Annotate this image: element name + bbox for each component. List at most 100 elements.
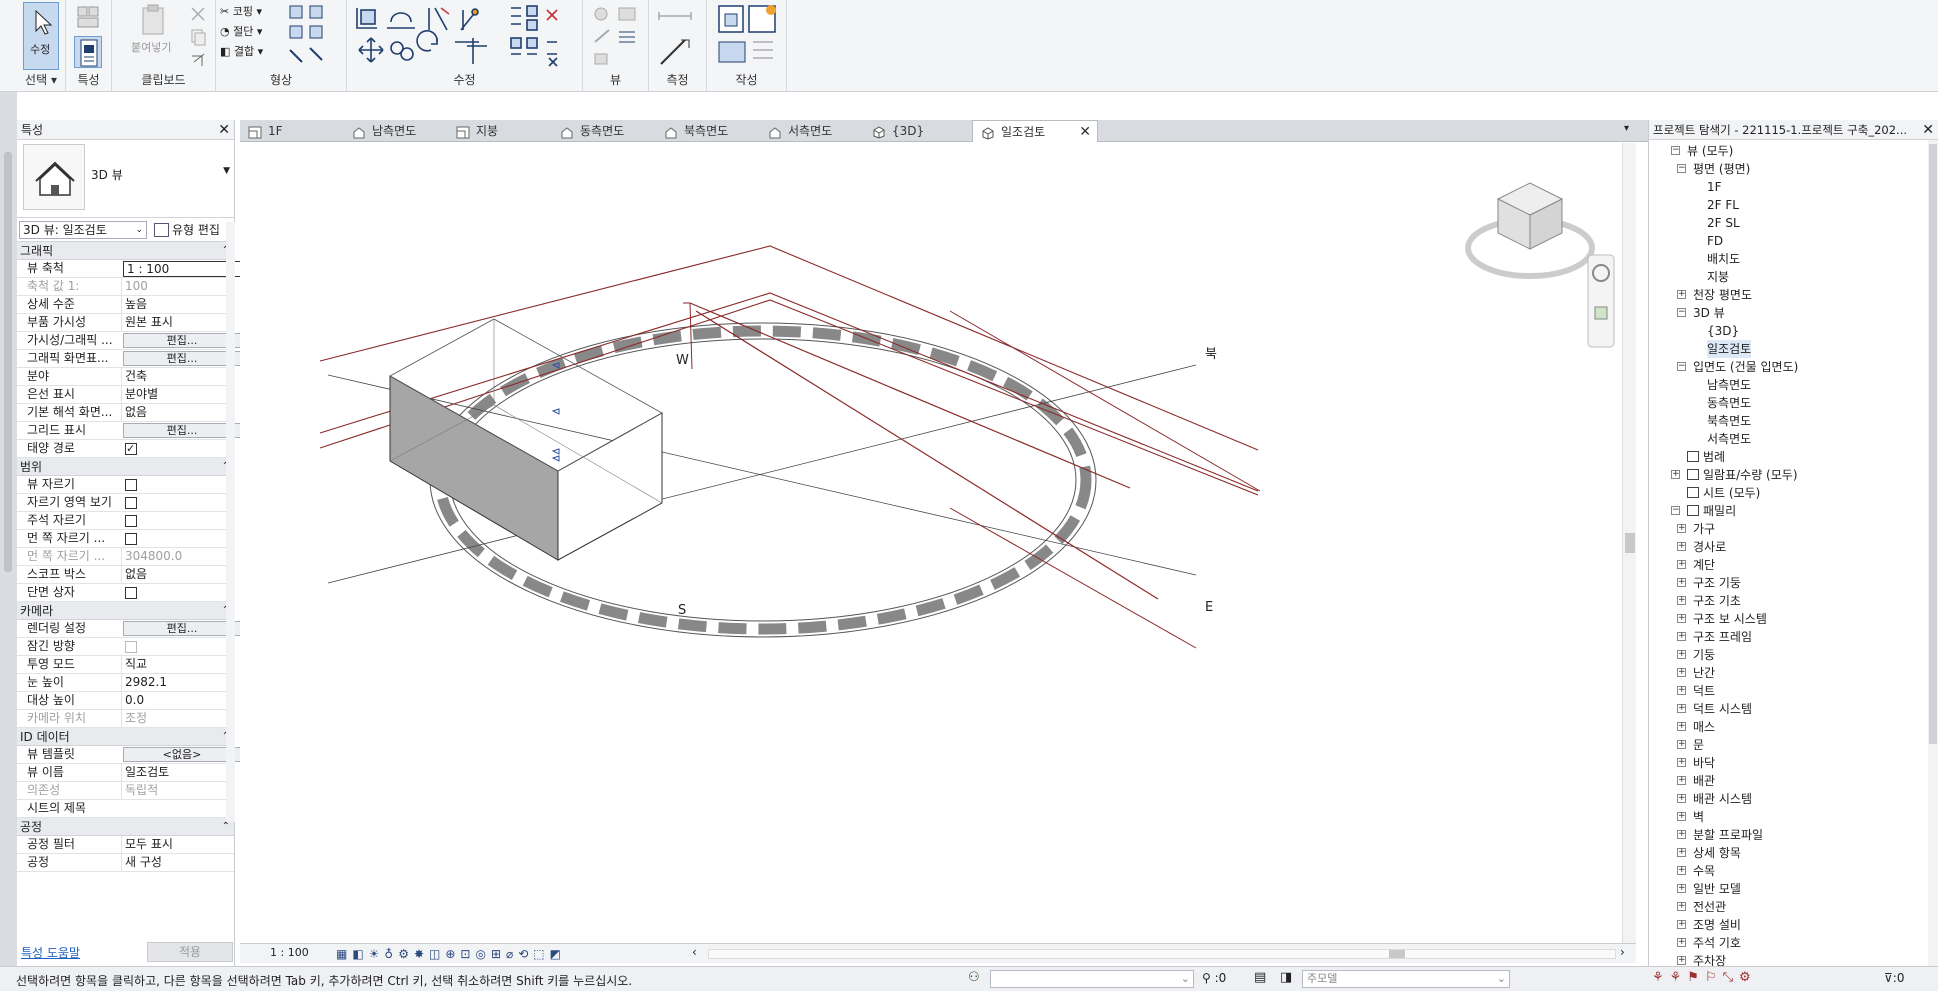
- browser-tree-item[interactable]: + 구조 프레임: [1677, 628, 1752, 646]
- properties-section-header[interactable]: 그래픽⌃: [17, 242, 234, 260]
- browser-tree-item[interactable]: + 천장 평면도: [1677, 286, 1752, 304]
- browser-tree-item[interactable]: 지붕: [1707, 268, 1729, 286]
- expand-icon[interactable]: +: [1677, 920, 1686, 929]
- properties-scrollbar[interactable]: [226, 222, 235, 822]
- cut-copy-icons[interactable]: [188, 4, 208, 74]
- browser-tree-item[interactable]: 북측면도: [1707, 412, 1751, 430]
- close-icon[interactable]: ✕: [218, 120, 230, 140]
- tab-menu-icon[interactable]: ▾: [1624, 123, 1629, 134]
- expand-icon[interactable]: +: [1677, 884, 1686, 893]
- close-icon[interactable]: ✕: [1922, 120, 1934, 139]
- expand-icon[interactable]: +: [1671, 470, 1680, 479]
- measure-icons[interactable]: [655, 2, 701, 68]
- expand-icon[interactable]: +: [1677, 722, 1686, 731]
- filter-count[interactable]: ⊽:0: [1884, 971, 1904, 985]
- browser-tree-item[interactable]: 2F SL: [1707, 214, 1740, 232]
- browser-tree-item[interactable]: + 벽: [1677, 808, 1704, 826]
- property-value[interactable]: 없음: [121, 566, 222, 583]
- expand-icon[interactable]: +: [1677, 686, 1686, 695]
- browser-tree-item[interactable]: + 수목: [1677, 862, 1715, 880]
- property-edit-button[interactable]: 편집...: [123, 423, 241, 438]
- browser-tree-item[interactable]: −3D 뷰: [1677, 304, 1725, 322]
- view-scale-button[interactable]: 1 : 100: [270, 946, 309, 959]
- property-checkbox[interactable]: [125, 497, 137, 509]
- view-cube[interactable]: [1465, 182, 1595, 279]
- browser-tree-item[interactable]: + 매스: [1677, 718, 1715, 736]
- properties-button[interactable]: [74, 36, 102, 68]
- join-button[interactable]: ◧ 결합 ▾: [220, 42, 263, 62]
- property-value[interactable]: 새 구성: [121, 854, 222, 871]
- collapse-icon[interactable]: −: [1677, 308, 1686, 317]
- expand-icon[interactable]: +: [1677, 560, 1686, 569]
- expand-icon[interactable]: +: [1677, 794, 1686, 803]
- property-edit-button[interactable]: 편집...: [123, 621, 241, 636]
- type-selector[interactable]: 3D 뷰 ▼: [17, 140, 234, 218]
- browser-tree-item[interactable]: − 평면 (평면): [1677, 160, 1750, 178]
- scroll-left-icon[interactable]: ‹: [692, 945, 697, 959]
- browser-tree-item[interactable]: − 패밀리: [1671, 502, 1736, 520]
- expand-icon[interactable]: +: [1677, 956, 1686, 965]
- properties-section-header[interactable]: 범위⌃: [17, 458, 234, 476]
- browser-tree-item[interactable]: + 가구: [1677, 520, 1715, 538]
- browser-tree-item[interactable]: + 기둥: [1677, 646, 1715, 664]
- close-icon[interactable]: ✕: [1079, 121, 1091, 143]
- expand-icon[interactable]: +: [1677, 290, 1686, 299]
- browser-tree-item[interactable]: + 문: [1677, 736, 1704, 754]
- browser-tree-item[interactable]: 배치도: [1707, 250, 1740, 268]
- expand-icon[interactable]: +: [1677, 596, 1686, 605]
- expand-icon[interactable]: +: [1677, 542, 1686, 551]
- chevron-down-icon[interactable]: ▼: [223, 166, 230, 176]
- type-properties-button[interactable]: [74, 3, 100, 29]
- browser-tree-item[interactable]: + 상세 항목: [1677, 844, 1741, 862]
- expand-icon[interactable]: +: [1677, 704, 1686, 713]
- cut-button[interactable]: ◔ 절단 ▾: [220, 22, 263, 42]
- property-value[interactable]: 일조검토: [121, 764, 222, 781]
- browser-tree-item[interactable]: 시트 (모두): [1687, 484, 1760, 502]
- property-value[interactable]: 건축: [121, 368, 222, 385]
- modify-button[interactable]: 수정: [23, 2, 59, 70]
- browser-tree-item[interactable]: + 바닥: [1677, 754, 1715, 772]
- view-tab[interactable]: 남측면도: [344, 120, 444, 142]
- browser-tree-item[interactable]: + 배관 시스템: [1677, 790, 1752, 808]
- browser-tree-item[interactable]: FD: [1707, 232, 1723, 250]
- property-checkbox[interactable]: [125, 533, 137, 545]
- apply-button[interactable]: 적용: [147, 942, 233, 962]
- expand-icon[interactable]: +: [1677, 866, 1686, 875]
- property-value[interactable]: 분야별: [121, 386, 222, 403]
- left-dock-scrollbar[interactable]: [4, 152, 12, 572]
- expand-icon[interactable]: +: [1677, 614, 1686, 623]
- edit-type-button[interactable]: 유형 편집: [152, 221, 220, 239]
- browser-tree-item[interactable]: + 일반 모델: [1677, 880, 1741, 898]
- property-value[interactable]: 원본 표시: [121, 314, 222, 331]
- view-tool-icons[interactable]: [589, 2, 645, 68]
- properties-help-link[interactable]: 특성 도움말: [21, 944, 80, 961]
- expand-icon[interactable]: +: [1677, 740, 1686, 749]
- browser-tree-item[interactable]: + 구조 기초: [1677, 592, 1741, 610]
- browser-tree-item[interactable]: + 덕트 시스템: [1677, 700, 1752, 718]
- geometry-icons[interactable]: [286, 2, 342, 64]
- property-value[interactable]: 높음: [121, 296, 222, 313]
- workset-icon[interactable]: ⚇: [968, 970, 980, 985]
- design-option-selector[interactable]: 주모델 ⌄: [1302, 970, 1510, 988]
- browser-tree-item[interactable]: 동측면도: [1707, 394, 1751, 412]
- browser-tree-item[interactable]: + 경사로: [1677, 538, 1726, 556]
- expand-icon[interactable]: +: [1677, 848, 1686, 857]
- workset-selector[interactable]: ⌄: [990, 970, 1194, 988]
- view-tab[interactable]: 지붕: [448, 120, 548, 142]
- browser-tree-item[interactable]: + 일람표/수량 (모두): [1671, 466, 1798, 484]
- expand-icon[interactable]: +: [1677, 902, 1686, 911]
- expand-icon[interactable]: +: [1677, 938, 1686, 947]
- property-value[interactable]: 0.0: [121, 692, 222, 709]
- browser-tree-item[interactable]: + 주석 기호: [1677, 934, 1741, 952]
- paste-button[interactable]: 붙여넣기: [131, 2, 172, 64]
- browser-tree-item[interactable]: + 구조 기둥: [1677, 574, 1741, 592]
- collapse-icon[interactable]: −: [1671, 506, 1680, 515]
- expand-icon[interactable]: +: [1677, 632, 1686, 641]
- navigation-bar[interactable]: [1587, 254, 1615, 348]
- ribbon-group-label-select[interactable]: 선택 ▾: [17, 71, 65, 88]
- property-edit-button[interactable]: 편집...: [123, 333, 241, 348]
- browser-tree-item[interactable]: − 뷰 (모두): [1671, 142, 1733, 160]
- expand-icon[interactable]: +: [1677, 668, 1686, 677]
- property-value-input[interactable]: 1 : 100: [123, 261, 241, 277]
- canvas-horizontal-scrollbar[interactable]: [708, 949, 1616, 959]
